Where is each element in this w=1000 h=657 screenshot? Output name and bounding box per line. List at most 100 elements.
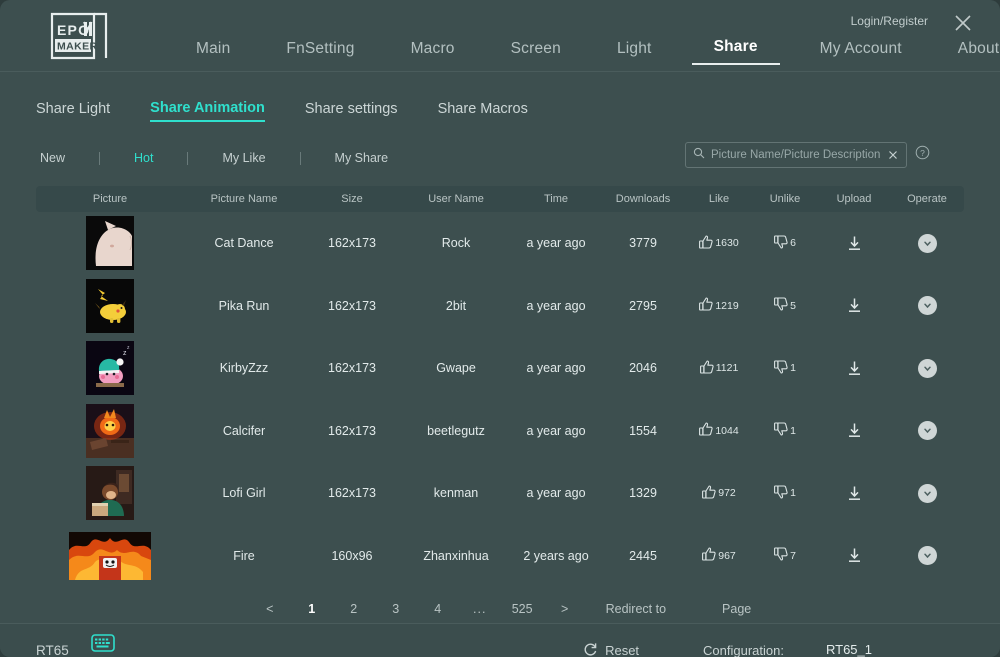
- table-row[interactable]: Pika Run 162x173 2bit a year ago 2795 1219 5: [36, 275, 964, 338]
- configuration-value[interactable]: RT65_1: [788, 642, 910, 657]
- like-button[interactable]: 1219: [699, 297, 739, 314]
- pagination-page-2[interactable]: 2: [344, 602, 364, 616]
- chevron-down-icon[interactable]: [917, 421, 937, 441]
- pagination-page-1[interactable]: 1: [302, 602, 322, 616]
- cell-downloads: 2445: [629, 548, 657, 563]
- table-row[interactable]: Calcifer 162x173 beetlegutz a year ago 1554 1…: [36, 400, 964, 463]
- thumbs-down-icon: [774, 235, 788, 252]
- unlike-button[interactable]: 1: [774, 360, 796, 377]
- pagination-redirect-label[interactable]: Redirect to: [606, 602, 666, 616]
- download-icon[interactable]: [846, 547, 863, 564]
- subtab-share-settings[interactable]: Share settings: [305, 101, 398, 122]
- cell-user-name: 2bit: [445, 298, 467, 313]
- unlike-button[interactable]: 7: [774, 547, 796, 564]
- cell-size: 162x173: [328, 361, 376, 376]
- like-button[interactable]: 967: [702, 547, 736, 564]
- pagination: < 1 2 3 4 ... 525 > Redirect to Page: [36, 595, 964, 623]
- close-icon[interactable]: [950, 10, 976, 36]
- login-register-link[interactable]: Login/Register: [851, 14, 928, 28]
- like-button[interactable]: 1630: [699, 235, 739, 252]
- unlike-button[interactable]: 1: [774, 422, 796, 439]
- chevron-down-icon[interactable]: [917, 296, 937, 316]
- nav-item-my-account[interactable]: My Account: [820, 40, 902, 65]
- device-connection-button[interactable]: USB: [90, 633, 115, 657]
- like-count: 1630: [715, 237, 739, 250]
- cat-dance-thumbnail[interactable]: [86, 216, 134, 271]
- share-animation-table: Picture Picture Name Size User Name Time…: [36, 186, 964, 587]
- like-count: 1121: [715, 362, 739, 375]
- search-input[interactable]: [705, 149, 887, 161]
- filter-my-share[interactable]: My Share: [331, 151, 393, 165]
- like-button[interactable]: 972: [702, 485, 736, 502]
- table-row[interactable]: Cat Dance 162x173 Rock a year ago 3779 1630 6: [36, 212, 964, 275]
- cell-picture-name: KirbyZzz: [219, 361, 269, 376]
- calcifer-thumbnail[interactable]: [86, 403, 134, 458]
- chevron-down-icon[interactable]: [917, 483, 937, 503]
- cell-picture-name: Lofi Girl: [222, 486, 266, 501]
- cell-user-name: Gwape: [436, 361, 476, 376]
- nav-item-about[interactable]: About: [958, 40, 1000, 65]
- table-row[interactable]: Lofi Girl 162x173 kenman a year ago 1329 972 1: [36, 462, 964, 525]
- like-button[interactable]: 1121: [699, 360, 739, 377]
- clear-icon[interactable]: [887, 149, 899, 161]
- download-icon[interactable]: [846, 360, 863, 377]
- kirby-zzz-thumbnail[interactable]: z z: [86, 341, 134, 396]
- pika-run-thumbnail[interactable]: [86, 278, 134, 333]
- cell-time: a year ago: [526, 298, 586, 313]
- share-subtabs: Share Light Share Animation Share settin…: [36, 72, 964, 122]
- like-count: 1219: [715, 299, 739, 312]
- download-icon[interactable]: [846, 422, 863, 439]
- pagination-page-4[interactable]: 4: [428, 602, 448, 616]
- chevron-down-icon[interactable]: [917, 358, 937, 378]
- cell-downloads: 1554: [629, 423, 657, 438]
- pagination-next[interactable]: >: [555, 602, 575, 616]
- cell-time: a year ago: [526, 423, 586, 438]
- filter-my-like[interactable]: My Like: [218, 151, 269, 165]
- search-box[interactable]: [685, 142, 907, 168]
- chevron-down-icon[interactable]: [917, 233, 937, 253]
- cell-size: 162x173: [328, 236, 376, 251]
- filter-divider: [187, 151, 189, 165]
- like-button[interactable]: 1044: [699, 422, 739, 439]
- nav-item-fnsetting[interactable]: FnSetting: [286, 40, 354, 65]
- refresh-icon: [583, 642, 598, 657]
- filter-new[interactable]: New: [36, 151, 69, 165]
- unlike-button[interactable]: 1: [774, 485, 796, 502]
- cell-size: 162x173: [328, 298, 376, 313]
- unlike-button[interactable]: 5: [774, 297, 796, 314]
- pagination-last[interactable]: 525: [512, 602, 533, 616]
- help-icon[interactable]: ?: [915, 145, 930, 165]
- subtab-share-macros[interactable]: Share Macros: [438, 101, 528, 122]
- pagination-prev[interactable]: <: [260, 602, 280, 616]
- nav-item-macro[interactable]: Macro: [411, 40, 455, 65]
- nav-item-main[interactable]: Main: [196, 40, 230, 65]
- pagination-page-3[interactable]: 3: [386, 602, 406, 616]
- fire-thumbnail[interactable]: [69, 531, 151, 580]
- table-row[interactable]: z z KirbyZzz 162x173 Gwape a year ago 2046 11…: [36, 337, 964, 400]
- column-header-picture: Picture: [92, 193, 128, 205]
- chevron-down-icon[interactable]: [917, 546, 937, 566]
- download-icon[interactable]: [846, 235, 863, 252]
- nav-item-screen[interactable]: Screen: [511, 40, 561, 65]
- like-count: 1044: [715, 424, 739, 437]
- lofi-girl-thumbnail[interactable]: [86, 466, 134, 521]
- filter-divider: [99, 151, 101, 165]
- unlike-count: 1: [790, 362, 796, 375]
- download-icon[interactable]: [846, 297, 863, 314]
- nav-item-light[interactable]: Light: [617, 40, 652, 65]
- column-header-time: Time: [543, 193, 569, 205]
- cell-user-name: Rock: [441, 236, 471, 251]
- nav-item-share[interactable]: Share: [691, 38, 780, 65]
- column-header-unlike: Unlike: [769, 193, 801, 205]
- subtab-share-animation[interactable]: Share Animation: [150, 100, 265, 122]
- filter-hot[interactable]: Hot: [130, 151, 157, 165]
- subtab-share-light[interactable]: Share Light: [36, 101, 110, 122]
- unlike-button[interactable]: 6: [774, 235, 796, 252]
- reset-button[interactable]: Reset: [583, 642, 639, 657]
- cell-time: 2 years ago: [523, 548, 589, 563]
- thumbs-down-icon: [774, 297, 788, 314]
- table-row[interactable]: Fire 160x96 Zhanxinhua 2 years ago 2445 967 7: [36, 525, 964, 588]
- column-header-downloads: Downloads: [615, 193, 671, 205]
- download-icon[interactable]: [846, 485, 863, 502]
- thumbs-down-icon: [774, 422, 788, 439]
